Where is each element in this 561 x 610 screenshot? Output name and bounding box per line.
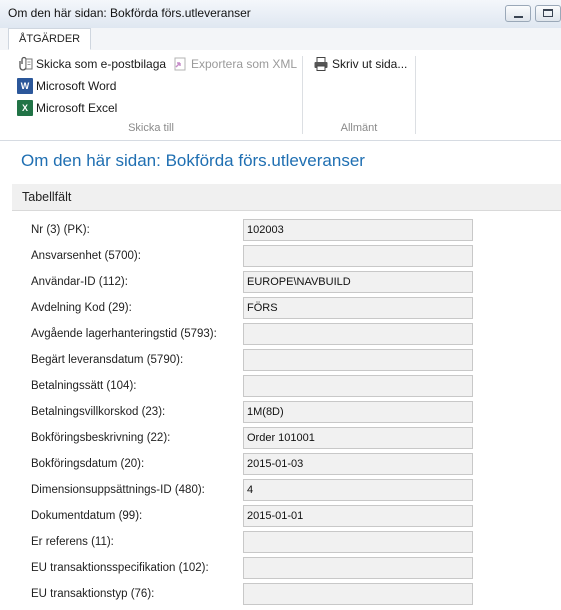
field-value[interactable] bbox=[243, 375, 473, 397]
field-row: Bokföringsdatum (20): 2015-01-03 bbox=[31, 453, 561, 479]
field-label: Betalningsvillkorskod (23): bbox=[31, 406, 166, 418]
field-row: Betalningsvillkorskod (23): 1M(8D) bbox=[31, 401, 561, 427]
field-row: Nr (3) (PK): 102003 bbox=[31, 219, 561, 245]
window-title: Om den här sidan: Bokförda förs.utlevera… bbox=[8, 6, 251, 20]
field-row: Er referens (11): bbox=[31, 531, 561, 557]
maximize-button[interactable] bbox=[535, 5, 561, 22]
microsoft-excel-label: Microsoft Excel bbox=[36, 101, 118, 115]
field-label: Dimensionsuppsättnings-ID (480): bbox=[31, 484, 205, 496]
send-to-group: Skicka som e-postbilaga Exportera som XM… bbox=[0, 50, 302, 138]
field-row: Användar-ID (112): EUROPE\NAVBUILD bbox=[31, 271, 561, 297]
ribbon: Skicka som e-postbilaga Exportera som XM… bbox=[0, 50, 561, 141]
field-row: Bokföringsbeskrivning (22): Order 101001 bbox=[31, 427, 561, 453]
printer-icon bbox=[313, 56, 329, 72]
page-heading: Om den här sidan: Bokförda förs.utlevera… bbox=[21, 151, 365, 170]
field-value[interactable] bbox=[243, 245, 473, 267]
field-value[interactable]: FÖRS bbox=[243, 297, 473, 319]
send-email-button[interactable]: Skicka som e-postbilaga bbox=[17, 55, 166, 73]
field-value[interactable] bbox=[243, 531, 473, 553]
field-label: Dokumentdatum (99): bbox=[31, 510, 143, 522]
field-row: Avgående lagerhanteringstid (5793): bbox=[31, 323, 561, 349]
microsoft-word-button[interactable]: W Microsoft Word bbox=[17, 77, 116, 95]
ribbon-separator bbox=[415, 56, 416, 134]
field-label: Er referens (11): bbox=[31, 536, 114, 548]
tab-actions[interactable]: ÅTGÄRDER bbox=[8, 28, 92, 50]
field-row: Dokumentdatum (99): 2015-01-01 bbox=[31, 505, 561, 531]
field-value[interactable]: 102003 bbox=[243, 219, 473, 241]
window-title-bar: Om den här sidan: Bokförda förs.utlevera… bbox=[0, 0, 561, 29]
field-value[interactable] bbox=[243, 349, 473, 371]
export-xml-button[interactable]: Exportera som XML bbox=[172, 55, 297, 73]
general-group-label: Allmänt bbox=[340, 122, 378, 134]
ribbon-tab-strip: ÅTGÄRDER bbox=[0, 28, 561, 51]
word-icon: W bbox=[17, 78, 33, 94]
microsoft-word-label: Microsoft Word bbox=[36, 79, 117, 93]
field-value[interactable] bbox=[243, 323, 473, 345]
field-row: Dimensionsuppsättnings-ID (480): 4 bbox=[31, 479, 561, 505]
field-value[interactable] bbox=[243, 583, 473, 605]
general-group: Skriv ut sida... Allmänt bbox=[303, 50, 415, 138]
field-value[interactable]: 2015-01-01 bbox=[243, 505, 473, 527]
field-label: EU transaktionstyp (76): bbox=[31, 588, 155, 600]
print-page-label: Skriv ut sida... bbox=[332, 57, 408, 71]
section-title: Tabellfält bbox=[22, 190, 72, 204]
send-email-label: Skicka som e-postbilaga bbox=[36, 57, 167, 71]
export-xml-icon bbox=[172, 56, 188, 72]
field-row: Avdelning Kod (29): FÖRS bbox=[31, 297, 561, 323]
field-value[interactable]: EUROPE\NAVBUILD bbox=[243, 271, 473, 293]
field-row: Begärt leveransdatum (5790): bbox=[31, 349, 561, 375]
field-label: Användar-ID (112): bbox=[31, 276, 128, 288]
field-row: Betalningssätt (104): bbox=[31, 375, 561, 401]
field-label: Begärt leveransdatum (5790): bbox=[31, 354, 184, 366]
microsoft-excel-button[interactable]: X Microsoft Excel bbox=[17, 99, 117, 117]
print-page-button[interactable]: Skriv ut sida... bbox=[313, 55, 407, 73]
paperclip-icon bbox=[17, 56, 33, 72]
table-fields-section-header[interactable]: Tabellfält bbox=[12, 184, 561, 211]
field-label: Ansvarsenhet (5700): bbox=[31, 250, 141, 262]
field-value[interactable]: Order 101001 bbox=[243, 427, 473, 449]
field-row: Ansvarsenhet (5700): bbox=[31, 245, 561, 271]
field-label: Avdelning Kod (29): bbox=[31, 302, 132, 314]
field-value[interactable]: 4 bbox=[243, 479, 473, 501]
export-xml-label: Exportera som XML bbox=[191, 57, 298, 71]
field-value[interactable]: 1M(8D) bbox=[243, 401, 473, 423]
field-label: EU transaktionsspecifikation (102): bbox=[31, 562, 209, 574]
field-row: EU transaktionsspecifikation (102): bbox=[31, 557, 561, 583]
field-label: Betalningssätt (104): bbox=[31, 380, 137, 392]
field-label: Bokföringsdatum (20): bbox=[31, 458, 145, 470]
field-value[interactable]: 2015-01-03 bbox=[243, 453, 473, 475]
field-label: Avgående lagerhanteringstid (5793): bbox=[31, 328, 217, 340]
field-row: EU transaktionstyp (76): bbox=[31, 583, 561, 609]
field-label: Nr (3) (PK): bbox=[31, 224, 90, 236]
excel-icon: X bbox=[17, 100, 33, 116]
field-label: Bokföringsbeskrivning (22): bbox=[31, 432, 171, 444]
send-to-group-label: Skicka till bbox=[128, 122, 174, 134]
field-value[interactable] bbox=[243, 557, 473, 579]
minimize-button[interactable] bbox=[505, 5, 531, 22]
